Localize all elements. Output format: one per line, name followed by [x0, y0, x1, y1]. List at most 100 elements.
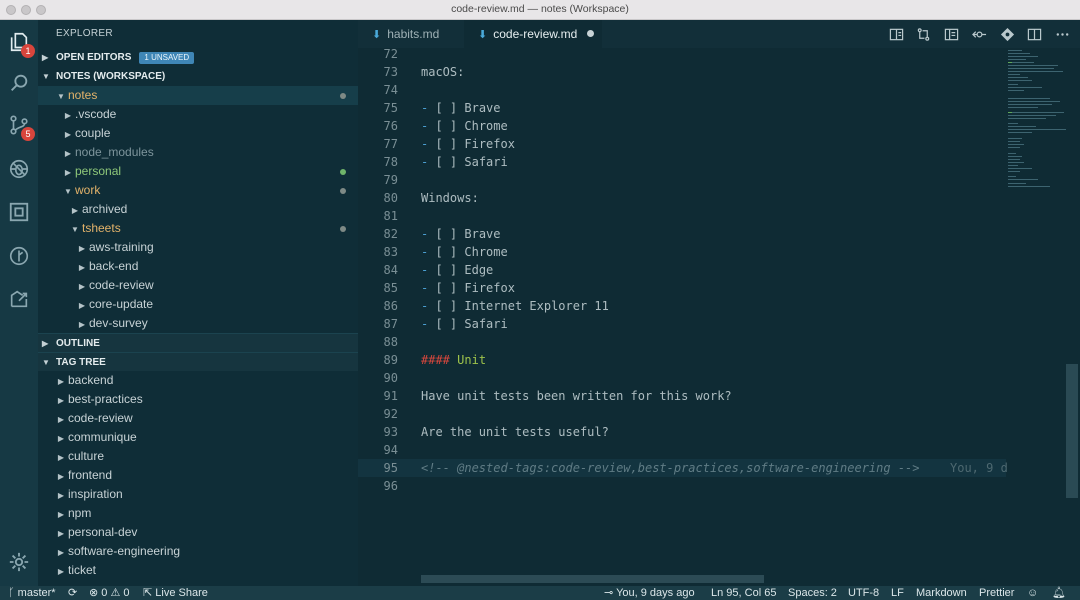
code-line[interactable]: 91Have unit tests been written for this …: [358, 387, 1006, 405]
tag-item[interactable]: ▶culture: [38, 447, 358, 466]
tree-folder-back-end[interactable]: ▶back-end: [38, 257, 358, 276]
tag-item[interactable]: ▶best-practices: [38, 390, 358, 409]
language-mode[interactable]: Markdown: [916, 586, 967, 600]
code-line[interactable]: 88: [358, 333, 1006, 351]
split-editor-icon[interactable]: [1026, 26, 1042, 42]
outline-section[interactable]: ▶ OUTLINE: [38, 333, 358, 352]
code-line[interactable]: 89#### Unit: [358, 351, 1006, 369]
code-line[interactable]: 96: [358, 477, 1006, 495]
preview-side-icon[interactable]: [943, 26, 959, 42]
tag-item[interactable]: ▶personal-dev: [38, 523, 358, 542]
code-line[interactable]: 72: [358, 45, 1006, 63]
line-number: 82: [358, 225, 398, 243]
formatter-status[interactable]: Prettier: [979, 586, 1014, 600]
compare-previous-icon[interactable]: [971, 26, 987, 42]
chevron-right-icon: ▶: [61, 163, 75, 182]
notifications-bell-icon[interactable]: 🔔︎: [1052, 586, 1066, 600]
source-control-icon[interactable]: 5: [5, 111, 33, 139]
code-line[interactable]: 80Windows:: [358, 189, 1006, 207]
code-line[interactable]: 83- [ ] Chrome: [358, 243, 1006, 261]
code-line[interactable]: 82- [ ] Brave: [358, 225, 1006, 243]
feedback-smiley-icon[interactable]: ☺: [1027, 586, 1038, 600]
gitlens-icon[interactable]: [5, 242, 33, 270]
indentation-status[interactable]: Spaces: 2: [788, 586, 837, 600]
blame-status[interactable]: ⊸ You, 9 days ago: [604, 586, 695, 600]
tag-item[interactable]: ▶communique: [38, 428, 358, 447]
tree-folder-dev-survey[interactable]: ▶dev-survey: [38, 314, 358, 333]
code-line[interactable]: 74: [358, 81, 1006, 99]
tree-folder-couple[interactable]: ▶couple: [38, 124, 358, 143]
tab-code-review[interactable]: ⬇code-review.md: [464, 20, 602, 48]
settings-gear-icon[interactable]: [5, 548, 33, 576]
tag-tree-section[interactable]: ▼ TAG TREE: [38, 352, 358, 371]
extensions-icon[interactable]: [5, 198, 33, 226]
tree-folder-tsheets[interactable]: ▼tsheets: [38, 219, 358, 238]
code-line[interactable]: 95<!-- @nested-tags:code-review,best-pra…: [358, 459, 1006, 477]
code-line[interactable]: 87- [ ] Safari: [358, 315, 1006, 333]
tag-item[interactable]: ▶frontend: [38, 466, 358, 485]
tree-folder-archived[interactable]: ▶archived: [38, 200, 358, 219]
code-line[interactable]: 81: [358, 207, 1006, 225]
tree-folder-notes[interactable]: ▼notes: [38, 86, 358, 105]
line-number: 77: [358, 135, 398, 153]
live-share-icon[interactable]: [5, 285, 33, 313]
code-line[interactable]: 76- [ ] Chrome: [358, 117, 1006, 135]
tree-folder-work[interactable]: ▼work: [38, 181, 358, 200]
tree-folder-personal[interactable]: ▶personal: [38, 162, 358, 181]
code-line[interactable]: 77- [ ] Firefox: [358, 135, 1006, 153]
tag-item[interactable]: ▶backend: [38, 371, 358, 390]
code-line[interactable]: 85- [ ] Firefox: [358, 279, 1006, 297]
tag-item[interactable]: ▶inspiration: [38, 485, 358, 504]
minimap[interactable]: [1006, 48, 1066, 198]
cursor-position[interactable]: Ln 95, Col 65: [711, 586, 776, 600]
vertical-scrollbar-thumb[interactable]: [1066, 364, 1078, 498]
live-share-status[interactable]: ⇱ Live Share: [143, 586, 208, 600]
tree-folder-node-modules[interactable]: ▶node_modules: [38, 143, 358, 162]
list-marker: -: [421, 281, 428, 295]
tab-habits[interactable]: ⬇habits.md: [358, 20, 464, 48]
open-changes-icon[interactable]: [915, 26, 931, 42]
eol-status[interactable]: LF: [891, 586, 904, 600]
tab-label: code-review.md: [493, 27, 577, 41]
code-line[interactable]: 73macOS:: [358, 63, 1006, 81]
chevron-down-icon: ▼: [61, 182, 75, 201]
open-preview-icon[interactable]: [888, 26, 904, 42]
tag-item[interactable]: ▶ticket: [38, 561, 358, 580]
tree-folder-code-review[interactable]: ▶code-review: [38, 276, 358, 295]
unsaved-dot-icon[interactable]: [587, 30, 594, 37]
branch-label: master*: [18, 587, 56, 599]
sync-icon[interactable]: ⟳: [68, 586, 77, 600]
code-editor[interactable]: 7273macOS:7475- [ ] Brave76- [ ] Chrome7…: [358, 48, 1080, 586]
tag-item[interactable]: ▶software-engineering: [38, 542, 358, 561]
line-number: 74: [358, 81, 398, 99]
branch-indicator[interactable]: ᚴ master*: [8, 586, 56, 600]
tree-folder-vscode[interactable]: ▶.vscode: [38, 105, 358, 124]
tag-item[interactable]: ▶npm: [38, 504, 358, 523]
code-line[interactable]: 93Are the unit tests useful?: [358, 423, 1006, 441]
explorer-icon[interactable]: 1: [5, 28, 33, 56]
tree-label: back-end: [89, 259, 138, 273]
tree-folder-core-update[interactable]: ▶core-update: [38, 295, 358, 314]
code-line[interactable]: 75- [ ] Brave: [358, 99, 1006, 117]
chevron-right-icon: ▶: [61, 125, 75, 144]
problems-indicator[interactable]: ⊗ 0 ⚠ 0: [89, 586, 130, 600]
code-line[interactable]: 78- [ ] Safari: [358, 153, 1006, 171]
search-icon[interactable]: [5, 69, 33, 97]
tag-item[interactable]: ▶code-review: [38, 409, 358, 428]
encoding-status[interactable]: UTF-8: [848, 586, 879, 600]
code-line[interactable]: 84- [ ] Edge: [358, 261, 1006, 279]
line-number: 75: [358, 99, 398, 117]
markdown-icon: ⬇: [372, 29, 381, 41]
tree-folder-aws-training[interactable]: ▶aws-training: [38, 238, 358, 257]
code-line[interactable]: 92: [358, 405, 1006, 423]
code-line[interactable]: 86- [ ] Internet Explorer 11: [358, 297, 1006, 315]
code-line[interactable]: 90: [358, 369, 1006, 387]
workspace-section[interactable]: ▼ NOTES (WORKSPACE): [38, 67, 358, 86]
code-line[interactable]: 79: [358, 171, 1006, 189]
more-actions-icon[interactable]: [1054, 26, 1070, 42]
open-editors-section[interactable]: ▶ OPEN EDITORS 1 UNSAVED: [38, 48, 358, 67]
debug-icon[interactable]: [5, 155, 33, 183]
horizontal-scrollbar-thumb[interactable]: [421, 575, 764, 583]
code-line[interactable]: 94: [358, 441, 1006, 459]
git-commit-icon[interactable]: [999, 26, 1015, 42]
